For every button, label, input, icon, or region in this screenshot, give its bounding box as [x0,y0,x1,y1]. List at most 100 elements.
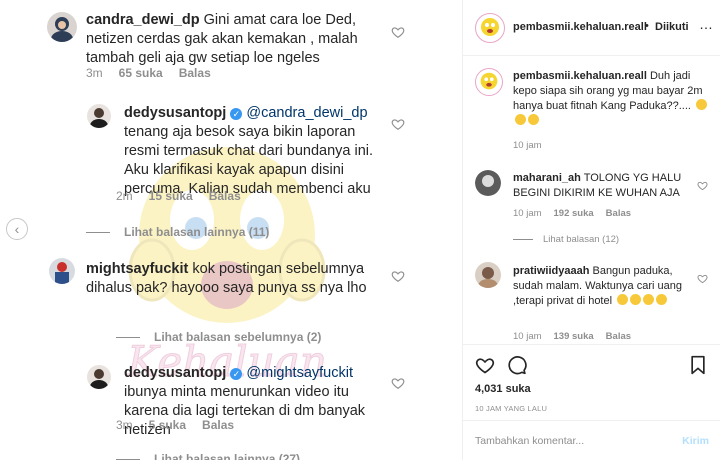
profile-avatar[interactable] [475,68,503,96]
comment-username[interactable]: dedysusantopj [124,105,226,121]
comment-likes[interactable]: 15 suka [149,189,193,203]
post-header: pembasmii.kehaluan.reall • Diikuti … [463,0,720,56]
header-separator: • [645,20,649,32]
emoji-icon [617,294,629,305]
comment-likes[interactable]: 65 suka [119,66,163,80]
comment-meta: 10 jam 192 suka Balas [513,208,631,219]
avatar-candra-image [51,17,73,42]
comments-panel: Kehaluan ‹ candra_dewi_dp Gini amat cara… [0,0,462,460]
header-username[interactable]: pembasmii.kehaluan.reall [513,21,647,33]
comment-bubble-icon[interactable] [507,355,527,375]
add-comment-bar: Kirim [463,420,720,460]
comment-username[interactable]: mightsayfuckit [86,261,188,277]
comment-candra: candra_dewi_dp Gini amat cara loe Ded, n… [86,11,386,68]
comment-meta: 3m 5 suka Balas [116,418,234,432]
comment-username[interactable]: dedysusantopj [124,365,226,381]
heart-icon[interactable] [391,376,405,390]
comment-username[interactable]: pratiwiidyaaah [513,265,589,277]
comment-meta: 10 jam [513,140,542,151]
view-replies[interactable]: Lihat balasan (12) [513,234,619,245]
watermark-eye-right [240,190,284,250]
comment-text: tenang aja besok saya bikin laporan resm… [124,124,374,197]
comment-likes[interactable]: 192 suka [554,208,594,219]
heart-icon[interactable] [697,273,708,284]
more-options-icon[interactable]: … [699,16,714,32]
avatar-dedy-image [90,369,108,389]
heart-icon[interactable] [391,269,405,283]
profile-avatar-image [480,72,498,90]
avatar-candra[interactable] [47,12,77,42]
reply-button[interactable]: Balas [209,189,241,203]
comment-username[interactable]: pembasmii.kehaluan.reall [513,70,647,82]
reply-button[interactable]: Balas [606,331,631,342]
post-actions: 4,031 suka 10 JAM YANG LALU [463,344,720,428]
comment-pratiwi: pratiwiidyaaah Bangun paduka, sudah mala… [513,264,703,309]
avatar-pratiwi[interactable] [475,262,501,288]
comment-time[interactable]: 3m [116,418,133,432]
view-replies-label: Lihat balasan (12) [543,234,620,245]
mention-link[interactable]: @candra_dewi_dp [246,105,367,121]
following-button[interactable]: Diikuti [655,21,689,33]
emoji-icon [696,99,708,110]
heart-icon[interactable] [391,25,405,39]
comment-time[interactable]: 10 jam [513,208,542,219]
prev-post-arrow[interactable]: ‹ [6,218,28,240]
comment-meta: 2m 15 suka Balas [116,189,241,203]
view-more-replies[interactable]: Lihat balasan lainnya (11) [86,225,269,239]
comment-time[interactable]: 2m [116,189,133,203]
chevron-left-icon: ‹ [14,221,20,237]
avatar-mightsayfuckit[interactable] [49,258,75,284]
comment-time[interactable]: 10 jam [513,331,542,342]
comment-meta: 10 jam 139 suka Balas [513,331,631,342]
comment-username[interactable]: candra_dewi_dp [86,12,200,28]
verified-icon: ✓ [230,368,243,380]
comment-time[interactable]: 3m [86,66,103,80]
emoji-icon [630,294,642,305]
avatar-dedy-image [90,108,108,128]
comment-mightsayfuckit: mightsayfuckit kok postingan sebelumnya … [86,260,376,298]
reply-dedy-1: dedysusantopj ✓ @candra_dewi_dp tenang a… [124,104,390,199]
verified-icon: ✓ [230,108,243,120]
mention-link[interactable]: @mightsayfuckit [246,365,353,381]
emoji-icon [515,114,526,125]
avatar-maharani-image [475,170,501,196]
profile-avatar[interactable] [475,13,505,43]
reply-button[interactable]: Balas [202,418,234,432]
view-previous-replies-label: Lihat balasan sebelumnya (2) [154,330,322,344]
like-heart-icon[interactable] [475,355,495,375]
comment-meta: 3m 65 suka Balas [86,66,211,80]
caption-comment: pembasmii.kehaluan.reall Duh jadi kepo s… [513,69,709,129]
comment-likes[interactable]: 5 suka [149,418,186,432]
emoji-icon [528,114,539,125]
heart-icon[interactable] [697,180,708,191]
post-timestamp: 10 JAM YANG LALU [475,404,548,413]
divider-line [86,231,110,233]
comment-time[interactable]: 10 jam [513,140,542,151]
view-more-replies-label: Lihat balasan lainnya (27) [154,452,301,460]
avatar-mightsayfuckit-image [55,262,69,284]
bookmark-icon[interactable] [689,355,707,375]
likes-count[interactable]: 4,031 suka [475,383,531,395]
reply-button[interactable]: Balas [606,208,631,219]
comment-likes[interactable]: 139 suka [554,331,594,342]
avatar-pratiwi-image [478,267,498,288]
comment-input[interactable] [475,434,655,447]
divider-line [513,239,533,240]
view-previous-replies[interactable]: Lihat balasan sebelumnya (2) [116,330,321,344]
reply-button[interactable]: Balas [179,66,211,80]
post-comment-button[interactable]: Kirim [682,435,709,447]
heart-icon[interactable] [391,117,405,131]
comment-username[interactable]: maharani_ah [513,172,581,184]
divider-line [116,458,140,460]
emoji-icon [643,294,655,305]
post-sidebar: pembasmii.kehaluan.reall • Diikuti … pem… [462,0,720,460]
profile-avatar-image [481,18,499,36]
avatar-maharani[interactable] [475,170,501,196]
emoji-icon [656,294,668,305]
view-more-replies[interactable]: Lihat balasan lainnya (27) [116,452,300,460]
divider-line [116,336,140,338]
comment-maharani: maharani_ah TOLONG YG HALU BEGINI DIKIRI… [513,171,709,201]
avatar-dedy[interactable] [87,365,111,389]
avatar-dedy[interactable] [87,104,111,128]
view-more-replies-label: Lihat balasan lainnya (11) [124,225,270,239]
